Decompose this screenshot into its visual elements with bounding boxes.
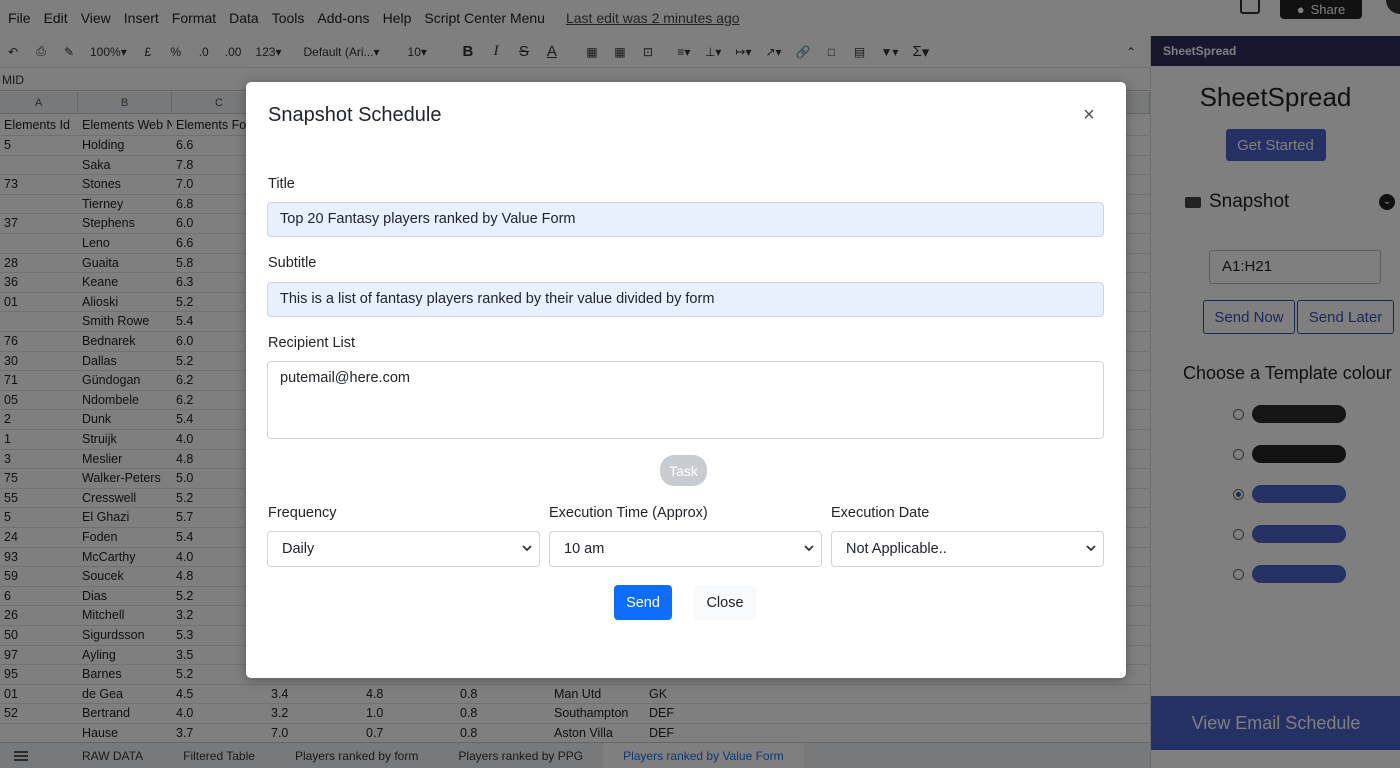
chevron-down-icon — [804, 545, 814, 552]
title-label: Title — [268, 176, 295, 192]
recipient-list-label: Recipient List — [268, 335, 356, 351]
chevron-down-icon — [522, 545, 532, 552]
frequency-label: Frequency — [268, 505, 337, 521]
frequency-select[interactable]: Daily — [267, 531, 540, 567]
execution-date-label: Execution Date — [831, 505, 930, 521]
chevron-down-icon — [1086, 545, 1096, 552]
snapshot-schedule-dialog: Snapshot Schedule × Title Top 20 Fantasy… — [246, 82, 1126, 678]
subtitle-input[interactable]: This is a list of fantasy players ranked… — [267, 282, 1104, 317]
execution-time-label: Execution Time (Approx) — [549, 505, 708, 521]
subtitle-label: Subtitle — [268, 255, 317, 271]
close-button[interactable]: Close — [694, 585, 756, 620]
execution-date-select[interactable]: Not Applicable.. — [831, 531, 1104, 567]
recipient-list-textarea[interactable]: putemail@here.com — [267, 361, 1104, 439]
execution-time-select[interactable]: 10 am — [549, 531, 822, 567]
execution-time-value: 10 am — [564, 541, 605, 557]
title-input[interactable]: Top 20 Fantasy players ranked by Value F… — [267, 202, 1104, 237]
close-icon[interactable]: × — [1080, 105, 1098, 125]
dialog-title: Snapshot Schedule — [268, 104, 442, 126]
send-button[interactable]: Send — [614, 585, 672, 620]
task-button[interactable]: Task — [660, 455, 707, 486]
execution-date-value: Not Applicable.. — [846, 541, 947, 557]
frequency-value: Daily — [282, 541, 315, 557]
